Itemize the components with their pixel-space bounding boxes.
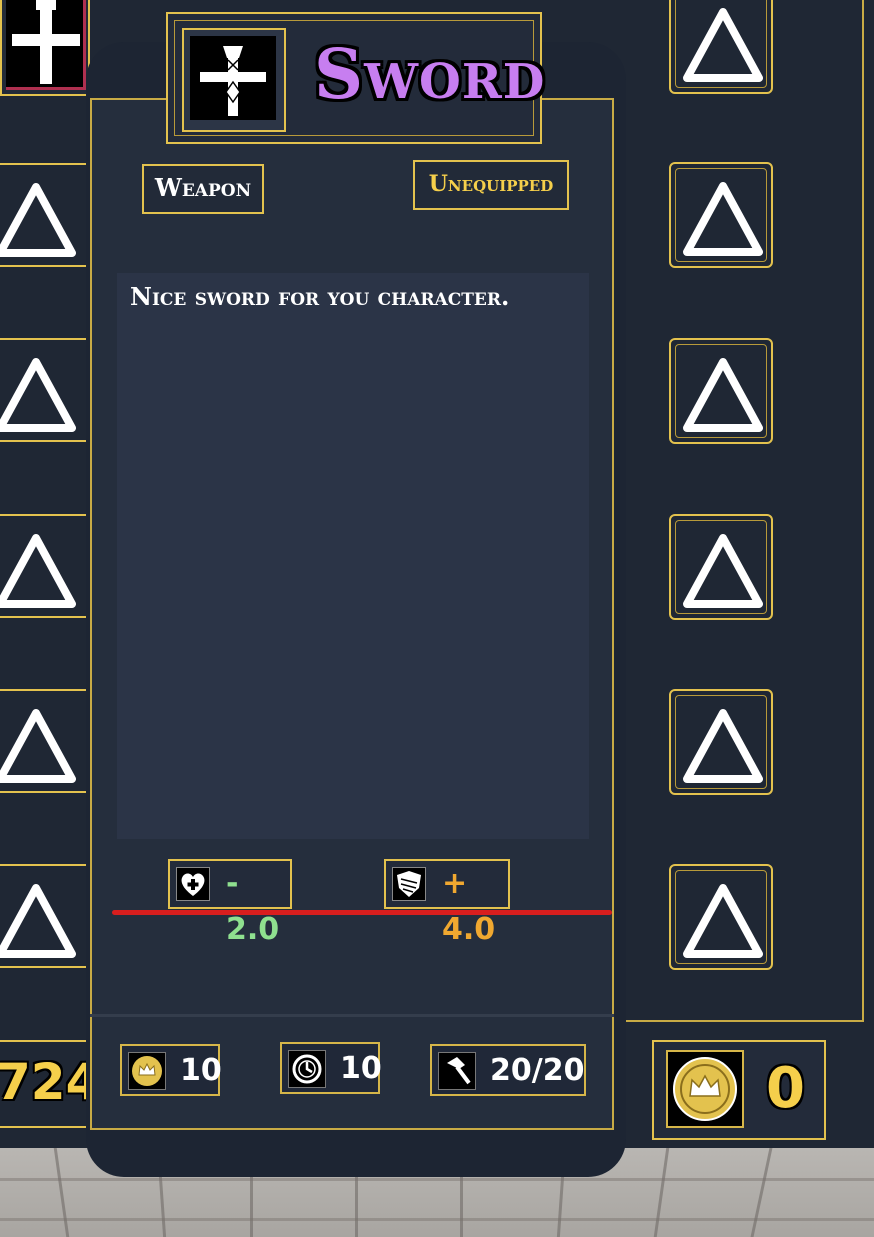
inventory-slot[interactable] bbox=[0, 338, 90, 442]
item-description: Nice sword for you character. bbox=[130, 282, 510, 311]
time-cost: 10 bbox=[280, 1042, 382, 1094]
durability-value: 20/20 bbox=[490, 1053, 585, 1088]
heart-plus-icon bbox=[176, 867, 210, 901]
hammer-icon bbox=[438, 1052, 476, 1090]
equip-status-badge[interactable]: Unequipped bbox=[413, 160, 569, 210]
coin-cost-value: 10 bbox=[180, 1053, 222, 1088]
empty-slot-icon bbox=[683, 884, 763, 958]
coin-cost: 10 bbox=[120, 1044, 222, 1096]
shield-icon bbox=[392, 867, 426, 901]
crown-coin-icon bbox=[666, 1050, 744, 1128]
empty-slot-icon bbox=[683, 182, 763, 256]
empty-slot-icon bbox=[0, 534, 76, 608]
inventory-slot[interactable] bbox=[669, 864, 773, 970]
gold-amount: 0 bbox=[766, 1056, 805, 1121]
equipped-item-slot[interactable] bbox=[0, 0, 90, 96]
inventory-slot[interactable] bbox=[669, 162, 773, 268]
armor-stat: + 4.0 bbox=[384, 859, 510, 947]
empty-slot-icon bbox=[683, 709, 763, 783]
inventory-slot[interactable] bbox=[0, 864, 90, 968]
time-cost-value: 10 bbox=[340, 1051, 382, 1086]
inventory-slot[interactable] bbox=[669, 338, 773, 444]
empty-slot-icon bbox=[683, 534, 763, 608]
empty-slot-icon bbox=[0, 709, 76, 783]
empty-slot-icon bbox=[683, 8, 763, 82]
inventory-slot[interactable] bbox=[0, 163, 90, 267]
item-title: Sword bbox=[314, 35, 546, 115]
inventory-slot[interactable] bbox=[0, 514, 90, 618]
empty-slot-icon bbox=[0, 358, 76, 432]
clock-icon bbox=[288, 1050, 326, 1088]
empty-slot-icon bbox=[0, 884, 76, 958]
health-stat-value: - 2.0 bbox=[226, 866, 280, 947]
empty-slot-icon bbox=[683, 358, 763, 432]
inventory-slot[interactable] bbox=[669, 514, 773, 620]
armor-stat-value: + 4.0 bbox=[442, 866, 496, 947]
crown-coin-icon bbox=[128, 1052, 166, 1090]
sword-icon bbox=[190, 36, 276, 120]
empty-slot-icon bbox=[0, 183, 76, 257]
panel-divider bbox=[90, 1014, 614, 1017]
durability: 20/20 bbox=[430, 1044, 586, 1096]
description-box bbox=[117, 273, 589, 839]
stat-divider-line bbox=[112, 910, 612, 915]
health-stat: - 2.0 bbox=[168, 859, 292, 947]
inventory-slot[interactable] bbox=[669, 689, 773, 795]
inventory-slot[interactable] bbox=[669, 0, 773, 94]
item-type-badge: Weapon bbox=[142, 164, 264, 214]
inventory-slot[interactable] bbox=[0, 689, 90, 793]
equipped-sword-icon bbox=[6, 0, 86, 90]
